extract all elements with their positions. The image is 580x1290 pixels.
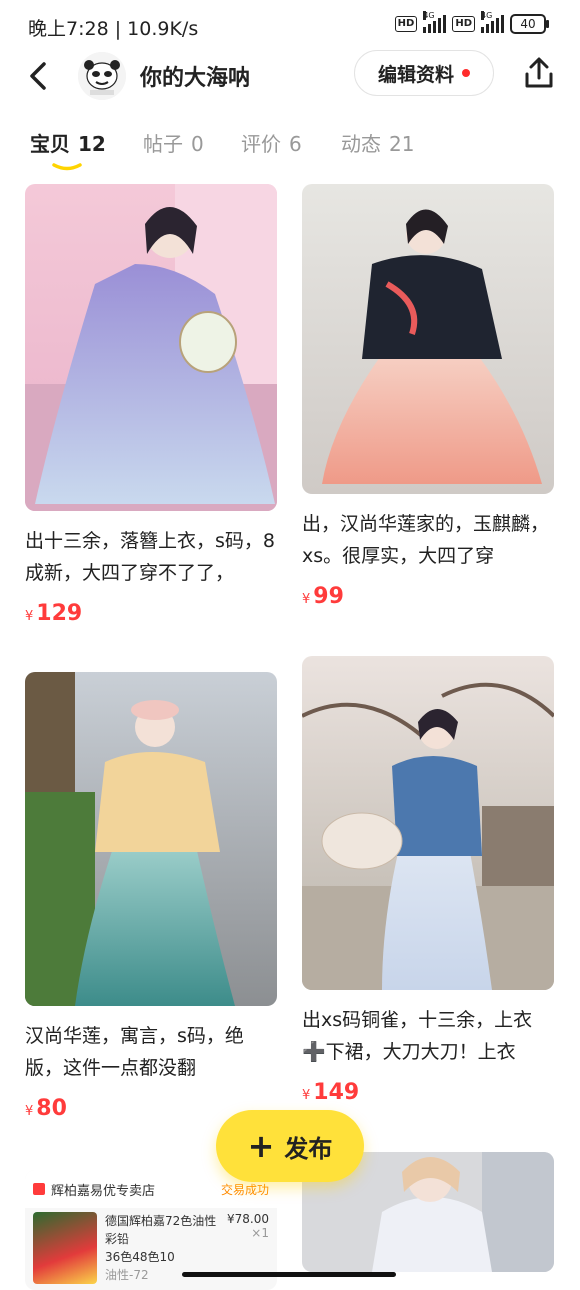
publish-button[interactable]: + 发布 xyxy=(216,1110,364,1182)
share-icon[interactable] xyxy=(522,56,556,90)
signal-icon: 4G xyxy=(423,11,447,33)
item-card[interactable]: 出，汉尚华莲家的，玉麒麟，xs。很厚实，大四了穿 ¥99 xyxy=(302,184,554,609)
item-title: 出xs码铜雀，十三余，上衣➕下裙，大刀大刀！上衣 xyxy=(302,1009,533,1063)
item-title: 出十三余，落簪上衣，s码，8成新，大四了穿不了了， xyxy=(25,530,275,584)
notification-dot xyxy=(462,69,470,77)
item-price: ¥149 xyxy=(302,1080,360,1105)
item-title: 汉尚华莲，寓言，s码，绝版，这件一点都没翻 xyxy=(25,1025,244,1079)
battery-icon: 40 xyxy=(510,14,549,34)
hd-icon-2: HD xyxy=(452,16,475,32)
store-icon xyxy=(33,1183,45,1195)
item-photo xyxy=(302,184,554,494)
store-name: 辉柏嘉易优专卖店 xyxy=(51,1183,156,1199)
signal-icon-2: 4G xyxy=(481,11,504,33)
status-bar: 晚上7:28 | 10.9K/s HD 4G HD 4G 40 xyxy=(0,0,580,52)
item-price: ¥99 xyxy=(302,584,344,609)
item-photo xyxy=(25,184,277,511)
home-indicator[interactable] xyxy=(182,1272,396,1277)
panda-meme-icon xyxy=(78,52,126,100)
hd-icon: HD xyxy=(394,16,418,32)
tab-items[interactable]: 宝贝 12 xyxy=(30,128,106,157)
product-thumbnail xyxy=(33,1212,97,1284)
publish-label: 发布 xyxy=(284,1134,333,1163)
item-card[interactable]: 出xs码铜雀，十三余，上衣➕下裙，大刀大刀！上衣 ¥149 xyxy=(302,656,554,1105)
item-card[interactable]: 出十三余，落簪上衣，s码，8成新，大四了穿不了了， ¥129 xyxy=(25,184,277,626)
status-time: 晚上7:28 | 10.9K/s xyxy=(28,18,199,40)
shop-name: 你的大海呐 xyxy=(140,66,251,91)
item-card[interactable]: 汉尚华莲，寓言，s码，绝版，这件一点都没翻 ¥80 xyxy=(25,672,277,1121)
tab-activity[interactable]: 动态 21 xyxy=(341,128,414,157)
header: 你的大海呐 编辑资料 xyxy=(0,48,580,104)
back-arrow-icon[interactable] xyxy=(26,58,52,94)
tab-posts[interactable]: 帖子 0 xyxy=(143,128,204,157)
item-photo xyxy=(25,672,277,1006)
avatar[interactable] xyxy=(78,52,126,100)
item-price: ¥129 xyxy=(25,601,83,626)
profile-tabs: 宝贝 12 帖子 0 评价 6 动态 21 xyxy=(0,122,580,172)
order-status: 交易成功 xyxy=(220,1182,269,1197)
edit-profile-button[interactable]: 编辑资料 xyxy=(354,50,494,96)
tab-reviews[interactable]: 评价 6 xyxy=(241,128,302,157)
edit-profile-label: 编辑资料 xyxy=(377,63,454,86)
item-photo xyxy=(302,656,554,990)
active-tab-indicator xyxy=(52,163,82,171)
item-title: 出，汉尚华莲家的，玉麒麟，xs。很厚实，大四了穿 xyxy=(302,513,550,567)
status-icons: HD 4G HD 4G 40 xyxy=(394,11,549,34)
plus-icon: + xyxy=(247,1127,275,1165)
